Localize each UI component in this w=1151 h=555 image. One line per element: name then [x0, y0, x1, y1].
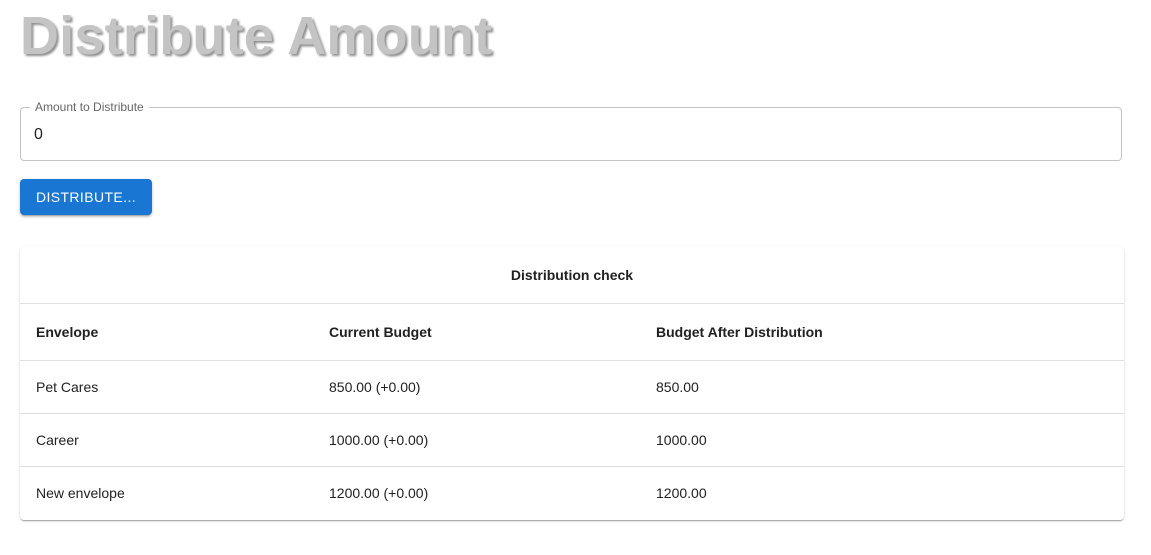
budget-after-cell: 1000.00	[640, 413, 1124, 467]
amount-to-distribute-field[interactable]: Amount to Distribute	[20, 100, 1122, 161]
envelope-cell: Pet Cares	[20, 360, 313, 414]
amount-input[interactable]	[34, 124, 1104, 146]
table-header-row: Envelope Current Budget Budget After Dis…	[20, 303, 1124, 361]
page: Distribute Amount Amount to Distribute D…	[0, 0, 1151, 555]
page-title: Distribute Amount	[20, 6, 493, 66]
envelope-cell: Career	[20, 413, 313, 467]
current-budget-cell: 1200.00 (+0.00)	[329, 485, 429, 501]
current-budget-cell: 1000.00 (+0.00)	[313, 413, 640, 467]
column-header-budget-after-distribution: Budget After Distribution	[640, 303, 1124, 361]
table-caption-row: Distribution check	[20, 247, 1124, 304]
budget-after-cell: 850.00	[640, 360, 1124, 414]
envelope-cell: New envelope	[36, 485, 125, 501]
distribute-button[interactable]: DISTRIBUTE...	[20, 179, 152, 215]
amount-field-label: Amount to Distribute	[30, 100, 149, 114]
table-row: New envelope 1200.00 (+0.00) 1200.00	[20, 467, 1124, 520]
distribution-check-table: Distribution check Envelope Current Budg…	[20, 247, 1124, 520]
budget-after-cell: 1200.00	[656, 485, 707, 501]
table-row: Career 1000.00 (+0.00) 1000.00	[20, 413, 1124, 467]
distribution-table: Distribution check Envelope Current Budg…	[20, 247, 1124, 519]
current-budget-cell: 850.00 (+0.00)	[313, 360, 640, 414]
table-row: Pet Cares 850.00 (+0.00) 850.00	[20, 360, 1124, 414]
table-caption: Distribution check	[20, 247, 1124, 304]
column-header-envelope: Envelope	[20, 303, 313, 361]
column-header-current-budget: Current Budget	[313, 303, 640, 361]
